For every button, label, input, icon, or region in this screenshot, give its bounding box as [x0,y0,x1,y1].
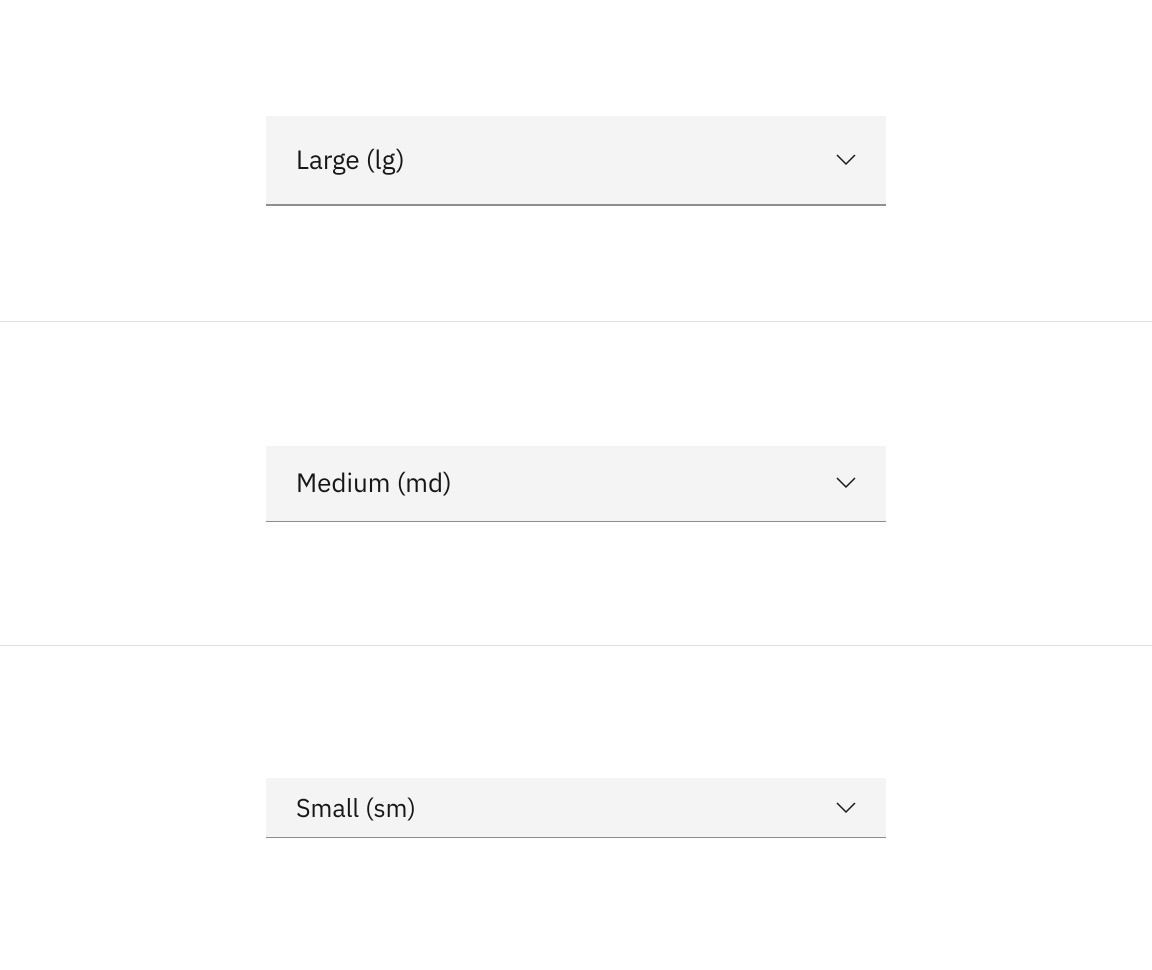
dropdown-small[interactable]: Small (sm) [266,778,886,838]
chevron-down-icon [836,798,856,818]
dropdown-large-label: Large (lg) [296,143,405,177]
section-medium: Medium (md) [0,322,1152,646]
chevron-down-icon [836,150,856,170]
dropdown-large[interactable]: Large (lg) [266,116,886,206]
dropdown-medium[interactable]: Medium (md) [266,446,886,522]
section-large: Large (lg) [0,0,1152,322]
chevron-down-icon [836,473,856,493]
section-small: Small (sm) [0,646,1152,970]
dropdown-small-label: Small (sm) [296,791,416,824]
dropdown-medium-label: Medium (md) [296,466,452,500]
